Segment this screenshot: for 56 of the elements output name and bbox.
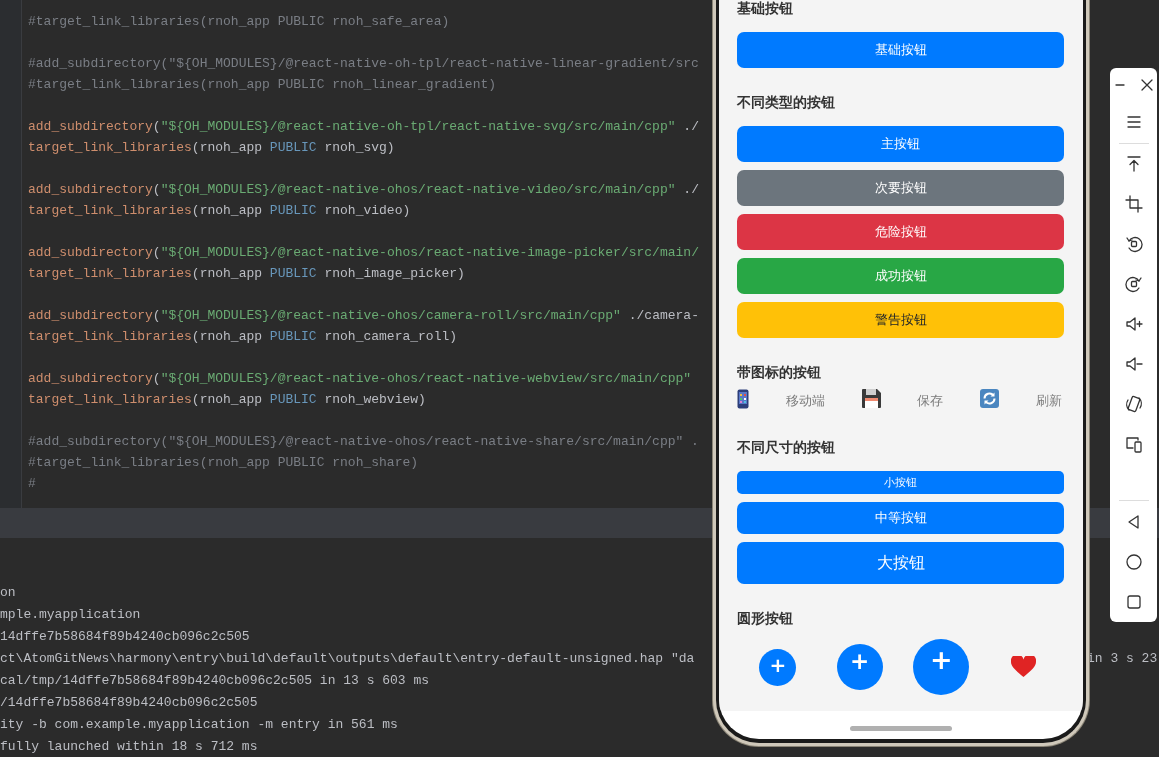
code-line: #target_link_libraries(rnoh_app PUBLIC rnoh_safe_area) (28, 13, 450, 31)
round-plus-button[interactable]: + (913, 639, 970, 695)
home-icon[interactable] (1124, 553, 1143, 571)
code-line: #target_link_libraries(rnoh_app PUBLIC rnoh_share) (28, 454, 419, 472)
app-button[interactable]: 警告按钮 (737, 302, 1064, 338)
code-line: #target_link_libraries(rnoh_app PUBLIC rnoh_linear_gradient) (28, 76, 497, 94)
app-button[interactable]: 次要按钮 (737, 170, 1064, 206)
code-line: add_subdirectory("${OH_MODULES}/@react-native-ohos/react-native-video/src/main/cpp" ./ (28, 181, 699, 199)
phone-icon (737, 389, 749, 409)
code-line: add_subdirectory("${OH_MODULES}/@react-native-ohos/react-native-webview/src/main/cpp" (28, 370, 692, 388)
console-line: mple.myapplication (0, 607, 141, 622)
section-title: 带图标的按钮 (737, 363, 822, 382)
section-title: 圆形按钮 (737, 609, 794, 628)
app-button[interactable]: 小按钮 (737, 471, 1064, 494)
app-button[interactable]: 中等按钮 (737, 502, 1064, 534)
code-line: #add_subdirectory("${OH_MODULES}/@react-native-ohos/react-native-share/src/main/cpp" . (28, 433, 699, 451)
device-rotate-icon[interactable] (1124, 395, 1143, 413)
round-plus-button[interactable]: + (836, 644, 883, 690)
code-line: #add_subdirectory("${OH_MODULES}/@react-native-oh-tpl/react-native-linear-gradient/src (28, 55, 699, 73)
console-line: cal/tmp/14dffe7b58684f89b4240cb096c2c505 in 13 s 603 ms (0, 673, 430, 688)
code-line: target_link_libraries(rnoh_app PUBLIC rnoh_video) (28, 202, 411, 220)
volume-up-icon[interactable] (1124, 315, 1143, 333)
app-button[interactable]: 大按钮 (737, 542, 1064, 584)
volume-down-icon[interactable] (1124, 355, 1143, 373)
app-button[interactable]: 危险按钮 (737, 214, 1064, 250)
code-line: target_link_libraries(rnoh_app PUBLIC rnoh_webview) (28, 391, 426, 409)
code-line: target_link_libraries(rnoh_app PUBLIC rnoh_image_picker) (28, 265, 465, 283)
code-line: target_link_libraries(rnoh_app PUBLIC rnoh_camera_roll) (28, 328, 458, 346)
console-line: on (0, 585, 16, 600)
console-line: fully launched within 18 s 712 ms (0, 739, 258, 754)
section-title: 基础按钮 (737, 0, 794, 18)
rotate-right-icon[interactable] (1124, 275, 1143, 293)
heart-icon[interactable] (1010, 656, 1036, 678)
code-line: add_subdirectory("${OH_MODULES}/@react-native-ohos/react-native-image-picker/src/main/ (28, 244, 699, 262)
code-line: # (28, 475, 36, 493)
app-button[interactable]: 成功按钮 (737, 258, 1064, 294)
console-line: ct\AtomGitNews\harmony\entry\build\default\outputs\default\entry-default-unsigned.hap "da (0, 651, 695, 666)
icon-button-label[interactable]: 保存 (915, 389, 946, 413)
section-title: 不同类型的按钮 (737, 93, 836, 112)
crop-icon[interactable] (1124, 195, 1143, 213)
icon-button-label[interactable]: 移动端 (783, 389, 827, 413)
recents-icon[interactable] (1124, 593, 1143, 611)
app-button[interactable]: 主按钮 (737, 126, 1064, 162)
app-button[interactable]: 基础按钮 (737, 32, 1064, 68)
round-plus-button[interactable]: + (759, 648, 797, 686)
rotate-left-icon[interactable] (1124, 235, 1143, 253)
code-line: add_subdirectory("${OH_MODULES}/@react-native-ohos/camera-roll/src/main/cpp" ./camera- (28, 307, 699, 325)
section-title: 不同尺寸的按钮 (737, 438, 836, 457)
code-line: add_subdirectory("${OH_MODULES}/@react-native-oh-tpl/react-native-svg/src/main/cpp" ./ (28, 118, 699, 136)
icon-button-label[interactable]: 刷新 (1034, 389, 1064, 413)
multi-device-icon[interactable] (1124, 435, 1143, 453)
console-line: ity -b com.example.myapplication -m entry in 561 ms (0, 717, 398, 732)
refresh-icon (980, 389, 1000, 408)
console-line: /14dffe7b58684f89b4240cb096c2c505 (0, 695, 258, 710)
console-line: 14dffe7b58684f89b4240cb096c2c505 (0, 629, 250, 644)
code-line: target_link_libraries(rnoh_app PUBLIC rnoh_svg) (28, 139, 395, 157)
